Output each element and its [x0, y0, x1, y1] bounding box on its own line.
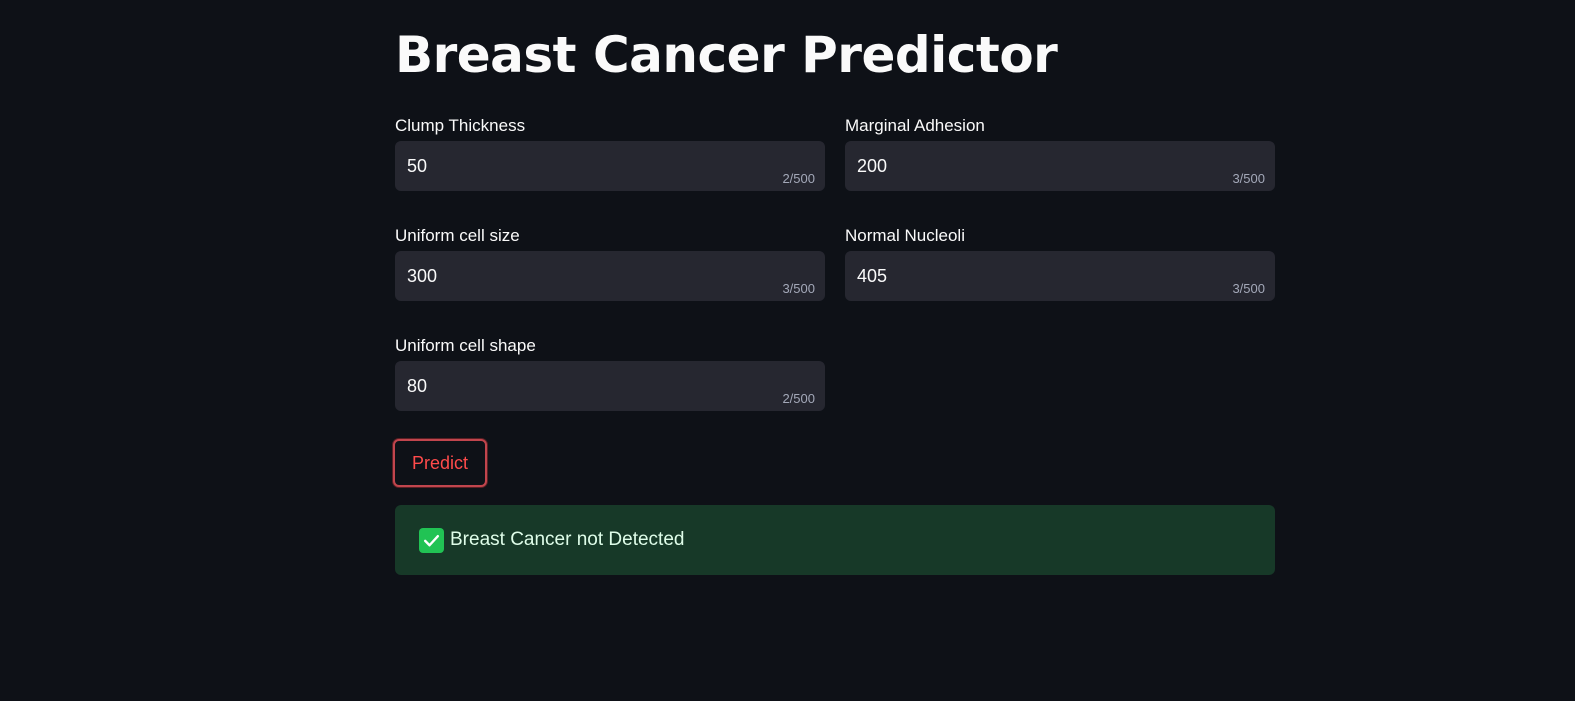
check-icon: [419, 527, 444, 553]
normal-nucleoli-char-counter: 3/500: [1232, 281, 1265, 296]
page-title: Breast Cancer Predictor: [395, 26, 1058, 84]
normal-nucleoli-input[interactable]: [846, 252, 1274, 300]
uniform-cell-size-field: Uniform cell size 3/500: [395, 225, 825, 301]
uniform-cell-size-input[interactable]: [396, 252, 824, 300]
clump-thickness-field: Clump Thickness 2/500: [395, 115, 825, 191]
marginal-adhesion-label: Marginal Adhesion: [845, 116, 985, 135]
uniform-cell-size-label: Uniform cell size: [395, 226, 520, 245]
result-success-alert: Breast Cancer not Detected: [395, 505, 1275, 575]
marginal-adhesion-input[interactable]: [846, 142, 1274, 190]
clump-thickness-char-counter: 2/500: [782, 171, 815, 186]
predict-button[interactable]: Predict: [393, 439, 487, 487]
uniform-cell-size-input-box[interactable]: 3/500: [395, 251, 825, 301]
app-page: Breast Cancer Predictor Clump Thickness …: [0, 0, 1575, 701]
marginal-adhesion-char-counter: 3/500: [1232, 171, 1265, 186]
normal-nucleoli-label: Normal Nucleoli: [845, 226, 965, 245]
clump-thickness-input[interactable]: [396, 142, 824, 190]
uniform-cell-shape-char-counter: 2/500: [782, 391, 815, 406]
uniform-cell-shape-label: Uniform cell shape: [395, 336, 536, 355]
clump-thickness-input-box[interactable]: 2/500: [395, 141, 825, 191]
uniform-cell-size-char-counter: 3/500: [782, 281, 815, 296]
result-message: Breast Cancer not Detected: [450, 529, 685, 550]
normal-nucleoli-input-box[interactable]: 3/500: [845, 251, 1275, 301]
marginal-adhesion-field: Marginal Adhesion 3/500: [845, 115, 1275, 191]
uniform-cell-shape-field: Uniform cell shape 2/500: [395, 335, 825, 411]
clump-thickness-label: Clump Thickness: [395, 116, 526, 135]
normal-nucleoli-field: Normal Nucleoli 3/500: [845, 225, 1275, 301]
marginal-adhesion-input-box[interactable]: 3/500: [845, 141, 1275, 191]
uniform-cell-shape-input[interactable]: [396, 362, 824, 410]
check-mark-glyph: [423, 534, 440, 546]
uniform-cell-shape-input-box[interactable]: 2/500: [395, 361, 825, 411]
